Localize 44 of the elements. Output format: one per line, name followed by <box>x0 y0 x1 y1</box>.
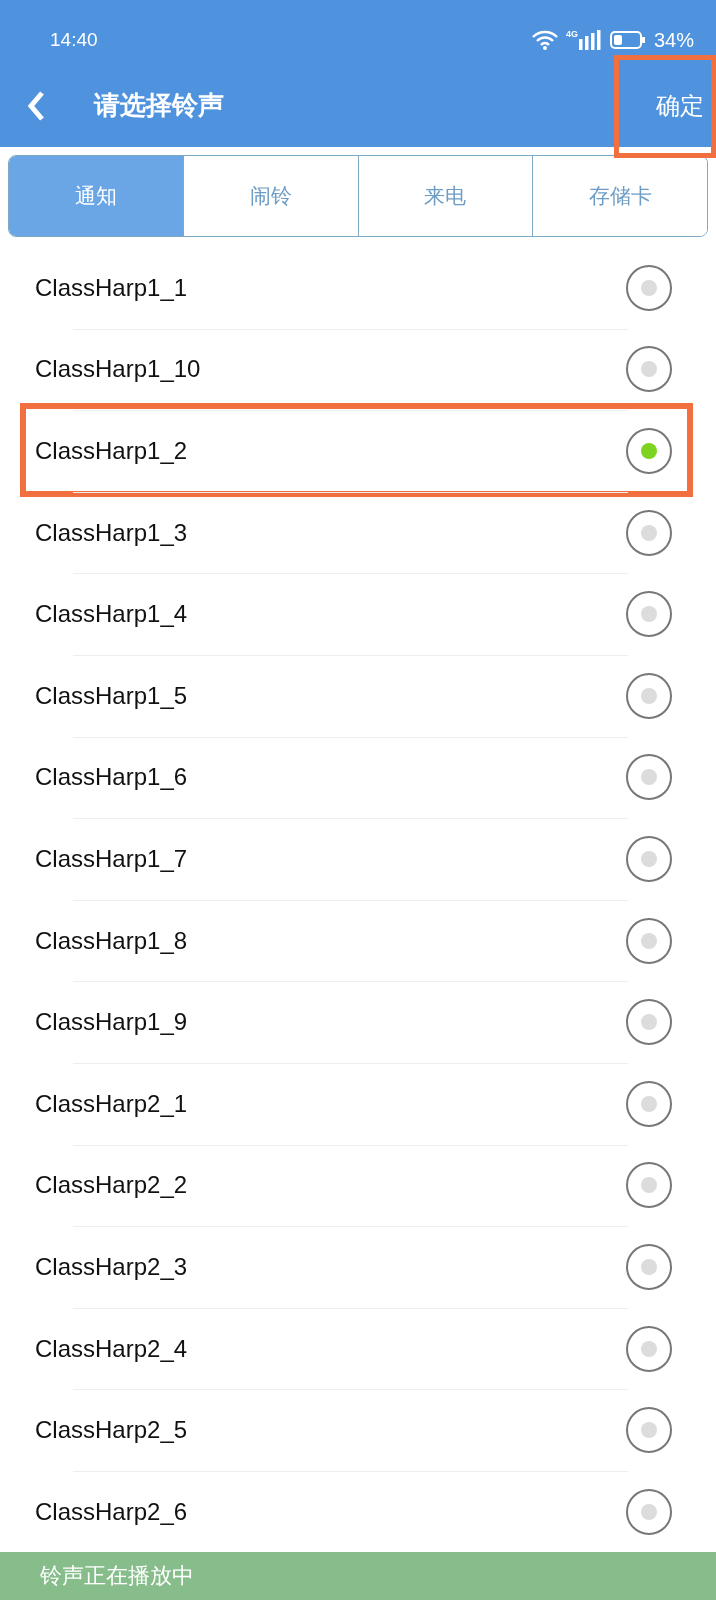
ringtone-name: ClassHarp1_5 <box>35 681 189 710</box>
signal-icon <box>577 29 602 51</box>
toast-message: 铃声正在播放中 <box>40 1562 194 1590</box>
radio-button[interactable] <box>626 346 672 393</box>
ringtone-name: ClassHarp1_2 <box>35 437 189 465</box>
radio-button[interactable] <box>626 509 672 556</box>
confirm-button[interactable]: 确定 <box>626 72 716 139</box>
network-type: 4G <box>565 28 578 39</box>
ringtone-name: ClassHarp2_5 <box>35 1416 189 1445</box>
radio-button[interactable] <box>626 428 672 474</box>
tab[interactable]: 通知 <box>9 156 183 236</box>
radio-button[interactable] <box>626 1080 672 1127</box>
radio-button[interactable] <box>626 999 672 1046</box>
ringtone-name: ClassHarp1_9 <box>35 1008 189 1037</box>
wifi-icon <box>531 30 558 50</box>
page-title: 请选择铃声 <box>94 89 225 122</box>
battery-icon <box>609 30 646 50</box>
ringtone-name: ClassHarp2_4 <box>35 1334 189 1363</box>
ringtone-name: ClassHarp2_2 <box>35 1171 189 1200</box>
ringtone-name: ClassHarp1_6 <box>35 763 189 792</box>
ringtone-name: ClassHarp2_3 <box>35 1252 189 1281</box>
ringtone-name: ClassHarp1_10 <box>35 355 202 384</box>
ringtone-name: ClassHarp1_3 <box>35 518 189 547</box>
ringtone-name: ClassHarp1_8 <box>35 926 189 955</box>
radio-button[interactable] <box>626 1243 672 1290</box>
radio-button[interactable] <box>626 1325 672 1372</box>
back-button[interactable] <box>26 90 46 121</box>
ringtone-name: ClassHarp1_4 <box>35 600 189 629</box>
radio-button[interactable] <box>626 835 672 882</box>
ringtone-name: ClassHarp2_6 <box>35 1497 189 1526</box>
radio-button[interactable] <box>626 1162 672 1209</box>
radio-button[interactable] <box>626 591 672 638</box>
radio-button[interactable] <box>626 917 672 964</box>
ringtone-name: ClassHarp2_1 <box>35 1089 189 1118</box>
radio-button[interactable] <box>626 754 672 801</box>
battery-percent: 34% <box>653 28 694 52</box>
radio-button[interactable] <box>626 1407 672 1454</box>
radio-button[interactable] <box>626 1488 672 1535</box>
status-time: 14:40 <box>50 29 99 51</box>
ringtone-name: ClassHarp1_7 <box>35 844 189 873</box>
radio-button[interactable] <box>626 264 672 311</box>
ringtone-name: ClassHarp1_1 <box>35 273 189 302</box>
radio-button[interactable] <box>626 672 672 719</box>
tab[interactable]: 存储卡 <box>532 156 707 236</box>
